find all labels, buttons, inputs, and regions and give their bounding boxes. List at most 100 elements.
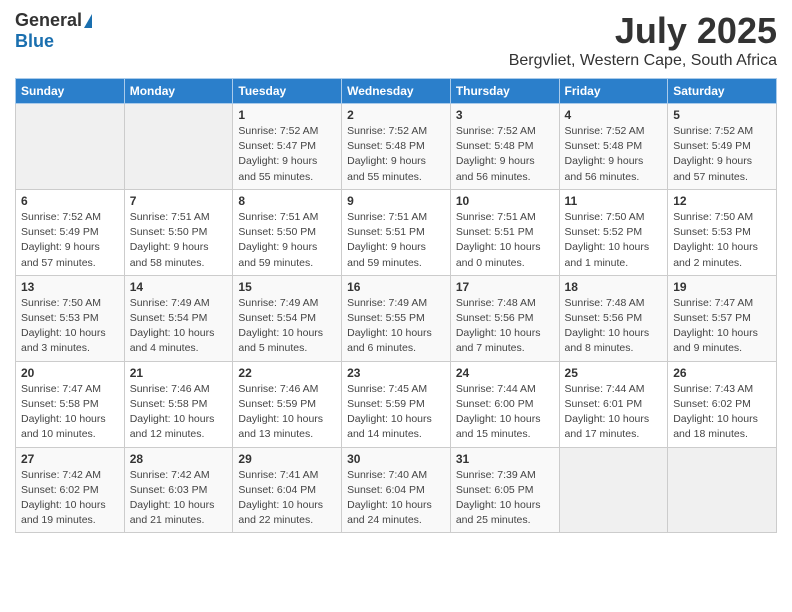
- day-detail: Sunrise: 7:46 AM Sunset: 5:59 PM Dayligh…: [238, 382, 336, 443]
- day-number: 11: [565, 194, 663, 208]
- calendar-cell: 23Sunrise: 7:45 AM Sunset: 5:59 PM Dayli…: [342, 361, 451, 447]
- day-detail: Sunrise: 7:48 AM Sunset: 5:56 PM Dayligh…: [456, 296, 554, 357]
- day-detail: Sunrise: 7:49 AM Sunset: 5:54 PM Dayligh…: [238, 296, 336, 357]
- calendar-cell: 15 Sunrise: 7:49 AM Sunset: 5:54 PM Dayli…: [233, 275, 342, 361]
- calendar-title: July 2025: [509, 10, 777, 52]
- calendar-cell: 16 Sunrise: 7:49 AM Sunset: 5:55 PM Dayli…: [342, 275, 451, 361]
- calendar-location: Bergvliet, Western Cape, South Africa: [509, 52, 777, 70]
- day-number: 17: [456, 280, 554, 294]
- day-detail: Sunrise: 7:43 AM Sunset: 6:02 PM Dayligh…: [673, 382, 771, 443]
- day-detail: Sunrise: 7:48 AM Sunset: 5:56 PM Dayligh…: [565, 296, 663, 357]
- calendar-cell: [16, 104, 125, 190]
- calendar-cell: 21 Sunrise: 7:46 AM Sunset: 5:58 PM Dayli…: [124, 361, 233, 447]
- calendar-week-2: 6Sunrise: 7:52 AM Sunset: 5:49 PM Daylig…: [16, 189, 777, 275]
- header-cell-tuesday: Tuesday: [233, 79, 342, 104]
- calendar-week-1: 1Sunrise: 7:52 AM Sunset: 5:47 PM Daylig…: [16, 104, 777, 190]
- day-number: 24: [456, 366, 554, 380]
- day-detail: Sunrise: 7:47 AM Sunset: 5:57 PM Dayligh…: [673, 296, 771, 357]
- page-header: General Blue July 2025 Bergvliet, Wester…: [15, 10, 777, 70]
- day-number: 27: [21, 452, 119, 466]
- calendar-week-3: 13 Sunrise: 7:50 AM Sunset: 5:53 PM Dayli…: [16, 275, 777, 361]
- calendar-cell: 9Sunrise: 7:51 AM Sunset: 5:51 PM Daylig…: [342, 189, 451, 275]
- day-detail: Sunrise: 7:46 AM Sunset: 5:58 PM Dayligh…: [130, 382, 228, 443]
- calendar-header: SundayMondayTuesdayWednesdayThursdayFrid…: [16, 79, 777, 104]
- calendar-body: 1Sunrise: 7:52 AM Sunset: 5:47 PM Daylig…: [16, 104, 777, 533]
- header-cell-wednesday: Wednesday: [342, 79, 451, 104]
- calendar-cell: 10Sunrise: 7:51 AM Sunset: 5:51 PM Dayli…: [450, 189, 559, 275]
- day-number: 26: [673, 366, 771, 380]
- logo-general-text: General: [15, 10, 82, 31]
- calendar-cell: 7Sunrise: 7:51 AM Sunset: 5:50 PM Daylig…: [124, 189, 233, 275]
- calendar-week-5: 27 Sunrise: 7:42 AM Sunset: 6:02 PM Dayli…: [16, 447, 777, 533]
- calendar-cell: [559, 447, 668, 533]
- calendar-cell: 31Sunrise: 7:39 AM Sunset: 6:05 PM Dayli…: [450, 447, 559, 533]
- calendar-cell: 27 Sunrise: 7:42 AM Sunset: 6:02 PM Dayli…: [16, 447, 125, 533]
- day-number: 2: [347, 108, 445, 122]
- day-detail: Sunrise: 7:42 AM Sunset: 6:03 PM Dayligh…: [130, 468, 228, 529]
- day-number: 23: [347, 366, 445, 380]
- day-detail: Sunrise: 7:52 AM Sunset: 5:47 PM Dayligh…: [238, 124, 336, 185]
- day-number: 10: [456, 194, 554, 208]
- header-row: SundayMondayTuesdayWednesdayThursdayFrid…: [16, 79, 777, 104]
- header-cell-monday: Monday: [124, 79, 233, 104]
- calendar-cell: 11 Sunrise: 7:50 AM Sunset: 5:52 PM Dayli…: [559, 189, 668, 275]
- calendar-cell: 18 Sunrise: 7:48 AM Sunset: 5:56 PM Dayli…: [559, 275, 668, 361]
- day-number: 5: [673, 108, 771, 122]
- header-cell-saturday: Saturday: [668, 79, 777, 104]
- day-detail: Sunrise: 7:52 AM Sunset: 5:49 PM Dayligh…: [673, 124, 771, 185]
- day-detail: Sunrise: 7:49 AM Sunset: 5:54 PM Dayligh…: [130, 296, 228, 357]
- calendar-table: SundayMondayTuesdayWednesdayThursdayFrid…: [15, 78, 777, 533]
- calendar-cell: 6Sunrise: 7:52 AM Sunset: 5:49 PM Daylig…: [16, 189, 125, 275]
- day-number: 19: [673, 280, 771, 294]
- day-number: 14: [130, 280, 228, 294]
- calendar-cell: 5 Sunrise: 7:52 AM Sunset: 5:49 PM Daylig…: [668, 104, 777, 190]
- calendar-cell: 22Sunrise: 7:46 AM Sunset: 5:59 PM Dayli…: [233, 361, 342, 447]
- day-number: 31: [456, 452, 554, 466]
- calendar-cell: 20 Sunrise: 7:47 AM Sunset: 5:58 PM Dayli…: [16, 361, 125, 447]
- day-number: 20: [21, 366, 119, 380]
- header-cell-sunday: Sunday: [16, 79, 125, 104]
- day-detail: Sunrise: 7:42 AM Sunset: 6:02 PM Dayligh…: [21, 468, 119, 529]
- day-detail: Sunrise: 7:50 AM Sunset: 5:53 PM Dayligh…: [673, 210, 771, 271]
- calendar-cell: 4Sunrise: 7:52 AM Sunset: 5:48 PM Daylig…: [559, 104, 668, 190]
- calendar-week-4: 20 Sunrise: 7:47 AM Sunset: 5:58 PM Dayli…: [16, 361, 777, 447]
- day-number: 12: [673, 194, 771, 208]
- logo: General Blue: [15, 10, 92, 52]
- calendar-cell: 17 Sunrise: 7:48 AM Sunset: 5:56 PM Dayli…: [450, 275, 559, 361]
- calendar-cell: 13 Sunrise: 7:50 AM Sunset: 5:53 PM Dayli…: [16, 275, 125, 361]
- day-number: 13: [21, 280, 119, 294]
- day-number: 18: [565, 280, 663, 294]
- calendar-cell: 29 Sunrise: 7:41 AM Sunset: 6:04 PM Dayli…: [233, 447, 342, 533]
- day-number: 8: [238, 194, 336, 208]
- day-detail: Sunrise: 7:52 AM Sunset: 5:48 PM Dayligh…: [456, 124, 554, 185]
- day-number: 21: [130, 366, 228, 380]
- day-number: 30: [347, 452, 445, 466]
- day-detail: Sunrise: 7:49 AM Sunset: 5:55 PM Dayligh…: [347, 296, 445, 357]
- calendar-cell: 26 Sunrise: 7:43 AM Sunset: 6:02 PM Dayli…: [668, 361, 777, 447]
- day-number: 3: [456, 108, 554, 122]
- calendar-cell: 8Sunrise: 7:51 AM Sunset: 5:50 PM Daylig…: [233, 189, 342, 275]
- day-number: 9: [347, 194, 445, 208]
- day-number: 4: [565, 108, 663, 122]
- calendar-cell: 25Sunrise: 7:44 AM Sunset: 6:01 PM Dayli…: [559, 361, 668, 447]
- calendar-cell: 2Sunrise: 7:52 AM Sunset: 5:48 PM Daylig…: [342, 104, 451, 190]
- day-number: 29: [238, 452, 336, 466]
- logo-blue-text: Blue: [15, 31, 54, 52]
- logo-icon: [84, 14, 92, 28]
- title-block: July 2025 Bergvliet, Western Cape, South…: [509, 10, 777, 70]
- day-detail: Sunrise: 7:52 AM Sunset: 5:49 PM Dayligh…: [21, 210, 119, 271]
- day-number: 7: [130, 194, 228, 208]
- day-number: 15: [238, 280, 336, 294]
- calendar-cell: 1Sunrise: 7:52 AM Sunset: 5:47 PM Daylig…: [233, 104, 342, 190]
- day-detail: Sunrise: 7:47 AM Sunset: 5:58 PM Dayligh…: [21, 382, 119, 443]
- header-cell-friday: Friday: [559, 79, 668, 104]
- day-detail: Sunrise: 7:44 AM Sunset: 6:01 PM Dayligh…: [565, 382, 663, 443]
- calendar-cell: 28 Sunrise: 7:42 AM Sunset: 6:03 PM Dayli…: [124, 447, 233, 533]
- day-number: 28: [130, 452, 228, 466]
- calendar-cell: [124, 104, 233, 190]
- day-number: 16: [347, 280, 445, 294]
- calendar-cell: 30Sunrise: 7:40 AM Sunset: 6:04 PM Dayli…: [342, 447, 451, 533]
- day-detail: Sunrise: 7:41 AM Sunset: 6:04 PM Dayligh…: [238, 468, 336, 529]
- day-detail: Sunrise: 7:50 AM Sunset: 5:53 PM Dayligh…: [21, 296, 119, 357]
- day-detail: Sunrise: 7:50 AM Sunset: 5:52 PM Dayligh…: [565, 210, 663, 271]
